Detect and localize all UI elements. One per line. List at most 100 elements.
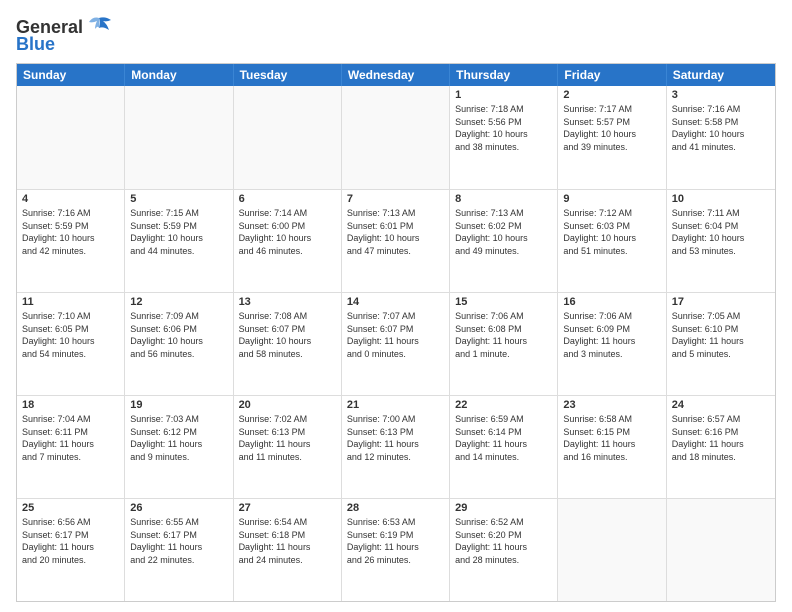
- calendar-cell: 10Sunrise: 7:11 AM Sunset: 6:04 PM Dayli…: [667, 190, 775, 292]
- day-number: 9: [563, 193, 660, 205]
- logo-blue-text: Blue: [16, 34, 55, 55]
- day-number: 22: [455, 399, 552, 411]
- day-info: Sunrise: 7:13 AM Sunset: 6:01 PM Dayligh…: [347, 207, 444, 257]
- calendar-cell: 12 Sunrise: 7:09 AM Sunset: 6:06 PM Dayli…: [125, 293, 233, 395]
- calendar-cell: 1 Sunrise: 7:18 AM Sunset: 5:56 PM Daylig…: [450, 86, 558, 189]
- calendar-cell: 11 Sunrise: 7:10 AM Sunset: 6:05 PM Dayli…: [17, 293, 125, 395]
- calendar-week-5: 25 Sunrise: 6:56 AM Sunset: 6:17 PM Dayli…: [17, 498, 775, 601]
- calendar: SundayMondayTuesdayWednesdayThursdayFrid…: [16, 63, 776, 602]
- calendar-cell: 26 Sunrise: 6:55 AM Sunset: 6:17 PM Dayli…: [125, 499, 233, 601]
- calendar-cell: 2 Sunrise: 7:17 AM Sunset: 5:57 PM Daylig…: [558, 86, 666, 189]
- day-number: 12: [130, 296, 227, 308]
- calendar-cell: 3 Sunrise: 7:16 AM Sunset: 5:58 PM Daylig…: [667, 86, 775, 189]
- logo-bird-icon: [85, 16, 113, 38]
- day-info: Sunrise: 6:56 AM Sunset: 6:17 PM Dayligh…: [22, 516, 119, 566]
- day-info: Sunrise: 6:53 AM Sunset: 6:19 PM Dayligh…: [347, 516, 444, 566]
- calendar-week-3: 11 Sunrise: 7:10 AM Sunset: 6:05 PM Dayli…: [17, 292, 775, 395]
- day-number: 13: [239, 296, 336, 308]
- day-number: 3: [672, 89, 770, 101]
- day-info: Sunrise: 7:16 AM Sunset: 5:58 PM Dayligh…: [672, 103, 770, 153]
- day-info: Sunrise: 7:05 AM Sunset: 6:10 PM Dayligh…: [672, 310, 770, 360]
- day-info: Sunrise: 7:03 AM Sunset: 6:12 PM Dayligh…: [130, 413, 227, 463]
- day-info: Sunrise: 7:06 AM Sunset: 6:08 PM Dayligh…: [455, 310, 552, 360]
- calendar-cell: 23 Sunrise: 6:58 AM Sunset: 6:15 PM Dayli…: [558, 396, 666, 498]
- day-number: 8: [455, 193, 552, 205]
- day-info: Sunrise: 7:14 AM Sunset: 6:00 PM Dayligh…: [239, 207, 336, 257]
- day-header-tuesday: Tuesday: [234, 64, 342, 86]
- day-number: 25: [22, 502, 119, 514]
- day-number: 20: [239, 399, 336, 411]
- calendar-week-2: 4 Sunrise: 7:16 AM Sunset: 5:59 PM Daylig…: [17, 189, 775, 292]
- day-number: 19: [130, 399, 227, 411]
- day-number: 26: [130, 502, 227, 514]
- calendar-header: SundayMondayTuesdayWednesdayThursdayFrid…: [17, 64, 775, 86]
- day-info: Sunrise: 6:54 AM Sunset: 6:18 PM Dayligh…: [239, 516, 336, 566]
- day-info: Sunrise: 6:58 AM Sunset: 6:15 PM Dayligh…: [563, 413, 660, 463]
- calendar-cell: 8 Sunrise: 7:13 AM Sunset: 6:02 PM Daylig…: [450, 190, 558, 292]
- day-number: 16: [563, 296, 660, 308]
- calendar-cell: 19 Sunrise: 7:03 AM Sunset: 6:12 PM Dayli…: [125, 396, 233, 498]
- calendar-week-1: 1 Sunrise: 7:18 AM Sunset: 5:56 PM Daylig…: [17, 86, 775, 189]
- day-info: Sunrise: 7:08 AM Sunset: 6:07 PM Dayligh…: [239, 310, 336, 360]
- header: General Blue: [16, 16, 776, 55]
- calendar-cell: 21 Sunrise: 7:00 AM Sunset: 6:13 PM Dayli…: [342, 396, 450, 498]
- day-info: Sunrise: 7:06 AM Sunset: 6:09 PM Dayligh…: [563, 310, 660, 360]
- calendar-cell: [558, 499, 666, 601]
- calendar-cell: [342, 86, 450, 189]
- day-info: Sunrise: 7:12 AM Sunset: 6:03 PM Dayligh…: [563, 207, 660, 257]
- day-header-saturday: Saturday: [667, 64, 775, 86]
- day-header-monday: Monday: [125, 64, 233, 86]
- calendar-cell: 14Sunrise: 7:07 AM Sunset: 6:07 PM Dayli…: [342, 293, 450, 395]
- calendar-cell: 18 Sunrise: 7:04 AM Sunset: 6:11 PM Dayli…: [17, 396, 125, 498]
- calendar-cell: 7 Sunrise: 7:13 AM Sunset: 6:01 PM Daylig…: [342, 190, 450, 292]
- calendar-cell: 25 Sunrise: 6:56 AM Sunset: 6:17 PM Dayli…: [17, 499, 125, 601]
- calendar-cell: [17, 86, 125, 189]
- day-number: 28: [347, 502, 444, 514]
- day-number: 11: [22, 296, 119, 308]
- day-number: 6: [239, 193, 336, 205]
- day-number: 17: [672, 296, 770, 308]
- calendar-cell: 20Sunrise: 7:02 AM Sunset: 6:13 PM Dayli…: [234, 396, 342, 498]
- day-number: 4: [22, 193, 119, 205]
- calendar-week-4: 18 Sunrise: 7:04 AM Sunset: 6:11 PM Dayli…: [17, 395, 775, 498]
- day-number: 24: [672, 399, 770, 411]
- day-info: Sunrise: 7:09 AM Sunset: 6:06 PM Dayligh…: [130, 310, 227, 360]
- day-info: Sunrise: 7:18 AM Sunset: 5:56 PM Dayligh…: [455, 103, 552, 153]
- calendar-cell: 15Sunrise: 7:06 AM Sunset: 6:08 PM Dayli…: [450, 293, 558, 395]
- calendar-cell: 6 Sunrise: 7:14 AM Sunset: 6:00 PM Daylig…: [234, 190, 342, 292]
- calendar-cell: 16 Sunrise: 7:06 AM Sunset: 6:09 PM Dayli…: [558, 293, 666, 395]
- calendar-cell: 4 Sunrise: 7:16 AM Sunset: 5:59 PM Daylig…: [17, 190, 125, 292]
- day-info: Sunrise: 6:52 AM Sunset: 6:20 PM Dayligh…: [455, 516, 552, 566]
- calendar-cell: [667, 499, 775, 601]
- day-info: Sunrise: 7:15 AM Sunset: 5:59 PM Dayligh…: [130, 207, 227, 257]
- calendar-cell: 22 Sunrise: 6:59 AM Sunset: 6:14 PM Dayli…: [450, 396, 558, 498]
- day-number: 7: [347, 193, 444, 205]
- calendar-cell: 28 Sunrise: 6:53 AM Sunset: 6:19 PM Dayli…: [342, 499, 450, 601]
- day-info: Sunrise: 7:10 AM Sunset: 6:05 PM Dayligh…: [22, 310, 119, 360]
- day-header-wednesday: Wednesday: [342, 64, 450, 86]
- day-info: Sunrise: 7:07 AM Sunset: 6:07 PM Dayligh…: [347, 310, 444, 360]
- day-info: Sunrise: 7:17 AM Sunset: 5:57 PM Dayligh…: [563, 103, 660, 153]
- day-number: 27: [239, 502, 336, 514]
- calendar-cell: 5 Sunrise: 7:15 AM Sunset: 5:59 PM Daylig…: [125, 190, 233, 292]
- calendar-body: 1 Sunrise: 7:18 AM Sunset: 5:56 PM Daylig…: [17, 86, 775, 601]
- day-info: Sunrise: 7:00 AM Sunset: 6:13 PM Dayligh…: [347, 413, 444, 463]
- day-info: Sunrise: 6:55 AM Sunset: 6:17 PM Dayligh…: [130, 516, 227, 566]
- day-number: 23: [563, 399, 660, 411]
- calendar-cell: 24Sunrise: 6:57 AM Sunset: 6:16 PM Dayli…: [667, 396, 775, 498]
- day-info: Sunrise: 6:59 AM Sunset: 6:14 PM Dayligh…: [455, 413, 552, 463]
- calendar-cell: 17 Sunrise: 7:05 AM Sunset: 6:10 PM Dayli…: [667, 293, 775, 395]
- logo: General Blue: [16, 16, 113, 55]
- day-number: 2: [563, 89, 660, 101]
- day-info: Sunrise: 7:04 AM Sunset: 6:11 PM Dayligh…: [22, 413, 119, 463]
- day-header-friday: Friday: [558, 64, 666, 86]
- day-number: 10: [672, 193, 770, 205]
- day-number: 1: [455, 89, 552, 101]
- day-number: 5: [130, 193, 227, 205]
- day-info: Sunrise: 7:16 AM Sunset: 5:59 PM Dayligh…: [22, 207, 119, 257]
- day-number: 29: [455, 502, 552, 514]
- day-number: 21: [347, 399, 444, 411]
- calendar-cell: 27 Sunrise: 6:54 AM Sunset: 6:18 PM Dayli…: [234, 499, 342, 601]
- day-number: 18: [22, 399, 119, 411]
- day-info: Sunrise: 7:13 AM Sunset: 6:02 PM Dayligh…: [455, 207, 552, 257]
